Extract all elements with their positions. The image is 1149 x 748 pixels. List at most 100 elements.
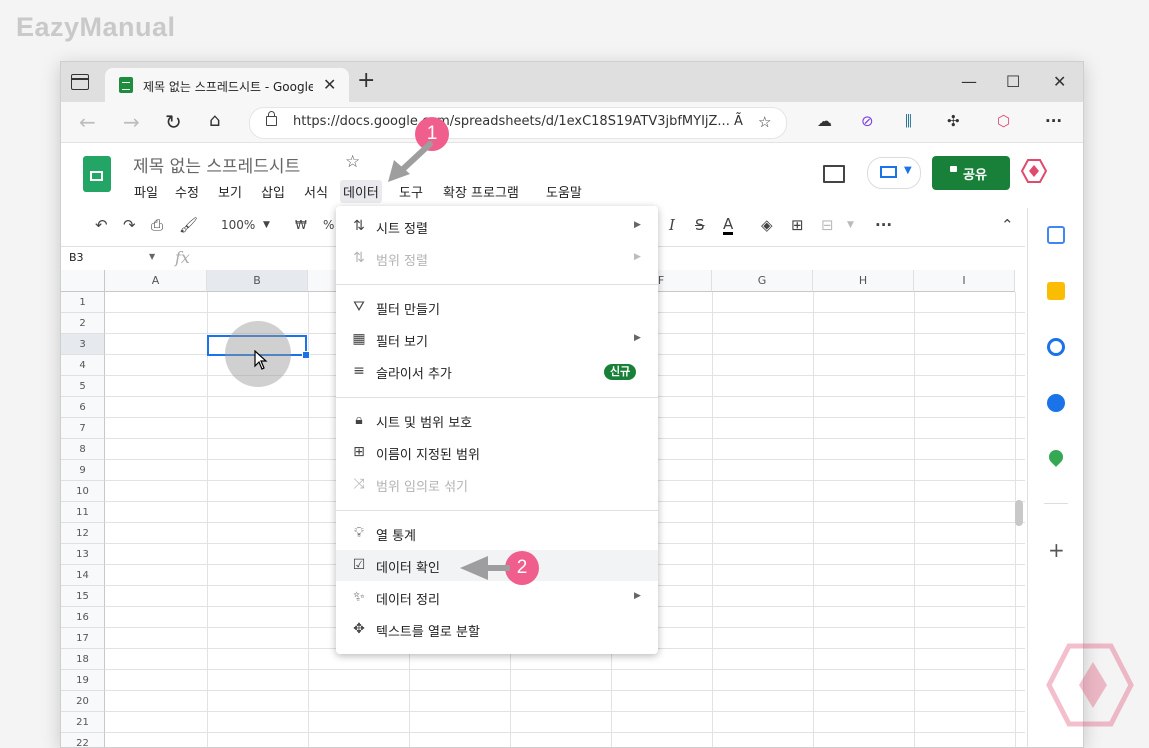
extension-bars-icon[interactable]: ⫼	[905, 112, 912, 130]
row-header[interactable]: 21	[61, 712, 105, 733]
read-aloud-icon[interactable]: A͂	[734, 114, 743, 129]
row-header[interactable]: 4	[61, 355, 105, 376]
row-header[interactable]: 3	[61, 334, 105, 355]
vertical-scrollbar[interactable]	[1015, 500, 1023, 526]
row-header[interactable]: 11	[61, 502, 105, 523]
minimize-button[interactable]: —	[961, 72, 977, 91]
menu-extensions[interactable]: 확장 프로그램	[440, 180, 522, 203]
extension-hex-icon[interactable]: ⬡	[997, 112, 1010, 130]
column-header[interactable]: B	[207, 270, 308, 292]
print-icon[interactable]: ⎙	[151, 216, 163, 234]
row-header[interactable]: 18	[61, 649, 105, 670]
row-header[interactable]: 22	[61, 733, 105, 747]
tab-close-icon[interactable]: ✕	[323, 75, 336, 94]
document-title[interactable]: 제목 없는 스프레드시트	[133, 152, 300, 177]
close-window-button[interactable]: ✕	[1053, 72, 1066, 91]
row-header[interactable]: 19	[61, 670, 105, 691]
text-color-icon[interactable]: A	[723, 216, 734, 235]
row-header[interactable]: 1	[61, 292, 105, 313]
chevron-down-icon[interactable]: ▼	[847, 220, 854, 230]
more-menu-icon[interactable]: ···	[1045, 112, 1062, 130]
back-icon[interactable]: ←	[79, 110, 96, 134]
extension-link-icon[interactable]: ⊘	[861, 112, 874, 130]
menu-edit[interactable]: 수정	[172, 180, 202, 203]
menu-item-named-ranges[interactable]: ⊞ 이름이 지정된 범위	[336, 437, 658, 468]
menu-insert[interactable]: 삽입	[258, 180, 288, 203]
menu-item-randomize-range[interactable]: ⤨ 범위 임의로 섞기	[336, 469, 658, 500]
present-button[interactable]: ▼	[867, 157, 921, 189]
menu-data[interactable]: 데이터	[340, 180, 382, 203]
row-header[interactable]: 17	[61, 628, 105, 649]
row-header[interactable]: 2	[61, 313, 105, 334]
merge-cells-icon[interactable]: ⊟	[821, 216, 834, 234]
collapse-icon[interactable]: ⌃	[1001, 216, 1014, 234]
row-header[interactable]: 12	[61, 523, 105, 544]
menu-item-sort-sheet[interactable]: ⇅ 시트 정렬 ▶	[336, 211, 658, 242]
menu-item-filter-views[interactable]: ▦ 필터 보기 ▶	[336, 324, 658, 355]
comment-icon[interactable]	[823, 165, 845, 183]
menu-view[interactable]: 보기	[215, 180, 245, 203]
column-header[interactable]: I	[914, 270, 1015, 292]
row-header[interactable]: 14	[61, 565, 105, 586]
tab-actions-icon[interactable]	[71, 74, 89, 90]
name-box[interactable]: B3	[69, 251, 84, 264]
borders-icon[interactable]: ⊞	[791, 216, 804, 234]
new-tab-button[interactable]: +	[357, 70, 375, 92]
row-header[interactable]: 15	[61, 586, 105, 607]
row-header[interactable]: 7	[61, 418, 105, 439]
addon-hex-icon[interactable]	[1021, 158, 1047, 184]
add-addon-icon[interactable]: +	[1048, 538, 1065, 562]
address-bar[interactable]: https://docs.google.com/spreadsheets/d/1…	[249, 107, 787, 139]
row-header[interactable]: 8	[61, 439, 105, 460]
currency-format-button[interactable]: ₩	[295, 218, 307, 232]
refresh-icon[interactable]: ↻	[165, 110, 182, 134]
chevron-down-icon[interactable]: ▼	[263, 220, 270, 230]
redo-icon[interactable]: ↷	[123, 216, 136, 234]
extensions-icon[interactable]: ✣	[947, 112, 960, 130]
row-header[interactable]: 6	[61, 397, 105, 418]
menu-item-add-slicer[interactable]: ≡ 슬라이서 추가 신규	[336, 356, 658, 387]
menu-format[interactable]: 서식	[301, 180, 331, 203]
star-icon[interactable]: ☆	[345, 152, 360, 172]
menu-item-protect[interactable]: 🔒︎ 시트 및 범위 보호	[336, 405, 658, 436]
percent-format-button[interactable]: %	[323, 218, 334, 232]
chevron-down-icon[interactable]: ▼	[149, 252, 155, 261]
menu-item-sort-range[interactable]: ⇅ 범위 정렬 ▶	[336, 243, 658, 274]
row-header[interactable]: 10	[61, 481, 105, 502]
paint-format-icon[interactable]: 🖌	[179, 216, 198, 234]
italic-icon[interactable]: I	[669, 216, 675, 234]
lock-icon[interactable]	[266, 111, 277, 126]
menu-help[interactable]: 도움말	[543, 180, 585, 203]
cloud-icon[interactable]: ☁	[817, 112, 832, 130]
maps-icon[interactable]	[1046, 447, 1066, 467]
zoom-select[interactable]: 100%	[221, 218, 255, 232]
forward-icon[interactable]: →	[123, 110, 140, 134]
row-header[interactable]: 20	[61, 691, 105, 712]
column-header[interactable]: G	[712, 270, 813, 292]
maximize-button[interactable]: ☐	[1006, 72, 1020, 91]
column-header[interactable]: A	[105, 270, 207, 292]
strikethrough-icon[interactable]: S	[695, 216, 705, 234]
fill-color-icon[interactable]: ◈	[761, 216, 773, 234]
menu-item-split-text[interactable]: ✥ 텍스트를 열로 분할	[336, 614, 658, 645]
row-header[interactable]: 5	[61, 376, 105, 397]
keep-icon[interactable]	[1047, 282, 1065, 300]
home-icon[interactable]: ⌂	[209, 110, 220, 131]
favorite-star-icon[interactable]: ☆	[758, 113, 771, 131]
calendar-icon[interactable]	[1047, 226, 1065, 244]
column-header[interactable]: H	[813, 270, 914, 292]
contacts-icon[interactable]	[1047, 394, 1065, 412]
menu-item-create-filter[interactable]: ⛛ 필터 만들기	[336, 292, 658, 323]
row-header[interactable]: 13	[61, 544, 105, 565]
share-button[interactable]: 공유	[932, 156, 1010, 190]
menu-item-column-stats[interactable]: 💡︎ 열 통계	[336, 518, 658, 549]
row-header[interactable]: 16	[61, 607, 105, 628]
browser-tab[interactable]: 제목 없는 스프레드시트 - Google ✕	[105, 68, 349, 102]
menu-item-data-cleanup[interactable]: ✨︎ 데이터 정리 ▶	[336, 582, 658, 613]
row-header[interactable]: 9	[61, 460, 105, 481]
undo-icon[interactable]: ↶	[95, 216, 108, 234]
select-all-corner[interactable]	[61, 270, 105, 292]
menu-file[interactable]: 파일	[131, 180, 161, 203]
more-icon[interactable]: ···	[875, 216, 892, 234]
tasks-icon[interactable]	[1047, 338, 1065, 356]
